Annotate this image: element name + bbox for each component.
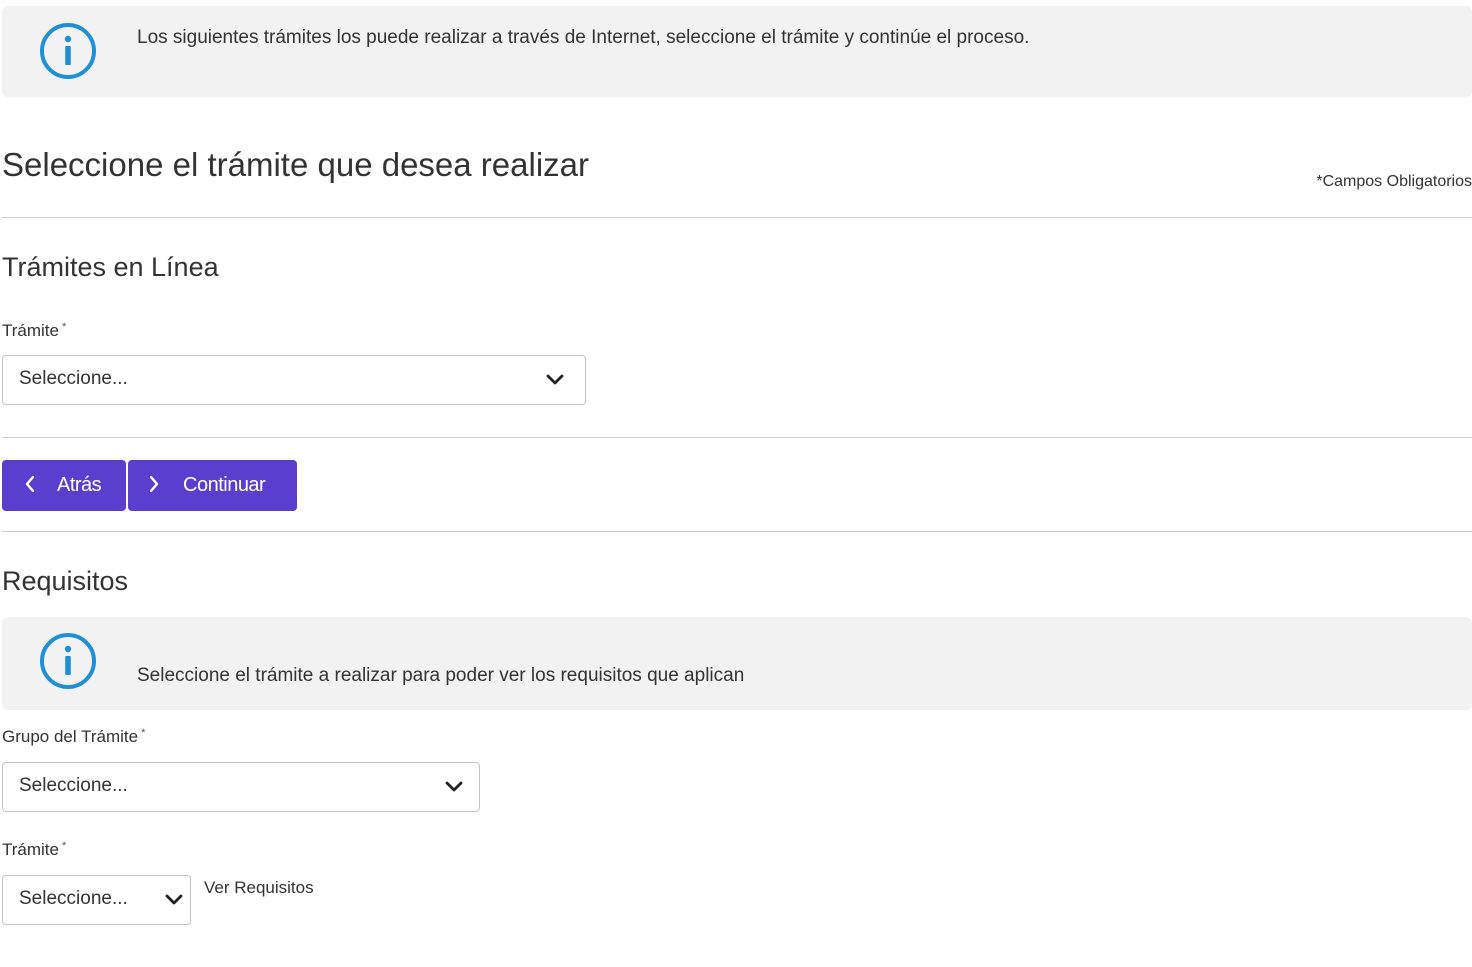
continue-button-label: Continuar	[183, 474, 266, 496]
group-select-value: Seleccione...	[19, 775, 128, 796]
back-button-label: Atrás	[57, 474, 102, 496]
required-marker: *	[62, 321, 67, 333]
group-label: Grupo del Trámite *	[2, 727, 145, 747]
chevron-left-icon	[25, 475, 35, 493]
back-button[interactable]: Atrás	[2, 460, 126, 511]
chevron-right-icon	[149, 475, 159, 493]
required-marker: *	[62, 840, 67, 852]
chevron-down-icon	[546, 374, 564, 385]
tramite-label: Trámite *	[2, 321, 66, 341]
view-requirements-link[interactable]: Ver Requisitos	[204, 878, 314, 898]
required-fields-note: *Campos Obligatorios	[1316, 173, 1472, 190]
requirements-tramite-label: Trámite *	[2, 840, 66, 860]
section-title-requirements: Requisitos	[2, 566, 129, 596]
divider	[2, 217, 1472, 218]
group-label-text: Grupo del Trámite	[2, 727, 139, 746]
chevron-down-icon	[445, 781, 463, 792]
tramite-label-text: Trámite	[2, 321, 59, 340]
divider	[2, 437, 1472, 438]
info-icon	[40, 23, 96, 79]
chevron-down-icon	[165, 894, 183, 905]
info-icon	[40, 633, 96, 689]
page-title: Seleccione el trámite que desea realizar	[2, 146, 589, 183]
divider	[2, 531, 1472, 532]
section-title-online: Trámites en Línea	[2, 252, 219, 282]
continue-button[interactable]: Continuar	[128, 460, 297, 511]
group-select[interactable]: Seleccione...	[2, 762, 480, 812]
requirements-tramite-select[interactable]: Seleccione...	[2, 875, 191, 925]
requirements-tramite-label-text: Trámite	[2, 840, 59, 859]
required-marker: *	[141, 727, 146, 739]
requirements-tramite-select-value: Seleccione...	[19, 888, 128, 909]
info-banner-text: Los siguientes trámites los puede realiz…	[137, 27, 1030, 48]
tramite-select-value: Seleccione...	[19, 368, 128, 389]
tramite-select[interactable]: Seleccione...	[2, 355, 586, 405]
requirements-info-text: Seleccione el trámite a realizar para po…	[137, 665, 745, 686]
info-banner: Los siguientes trámites los puede realiz…	[2, 6, 1472, 97]
requirements-info-banner: Seleccione el trámite a realizar para po…	[2, 617, 1472, 710]
page: Los siguientes trámites los puede realiz…	[0, 0, 1472, 967]
